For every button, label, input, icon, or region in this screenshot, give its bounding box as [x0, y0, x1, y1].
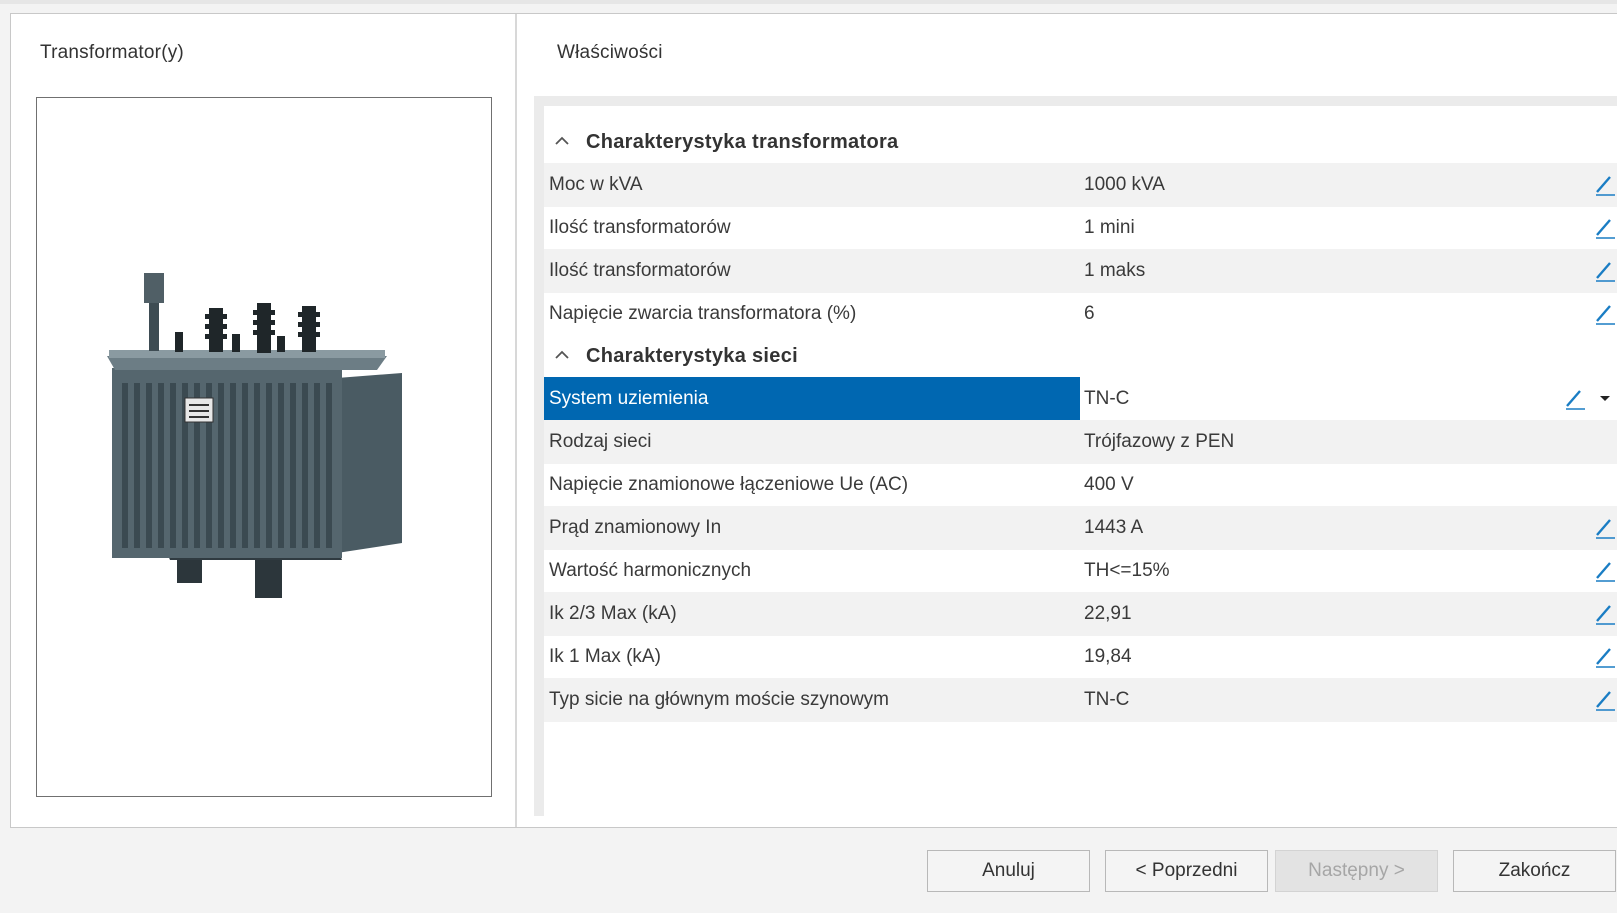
- property-name: Ik 2/3 Max (kA): [549, 603, 677, 624]
- property-row-ik23-max[interactable]: Ik 2/3 Max (kA) 22,91: [544, 592, 1617, 636]
- property-row-transformer-count-max[interactable]: Ilość transformatorów 1 maks: [544, 249, 1617, 293]
- property-row-short-circuit-voltage[interactable]: Napięcie zwarcia transformatora (%) 6: [544, 292, 1617, 336]
- property-row-earthing-system[interactable]: System uziemienia TN-C: [544, 377, 1617, 421]
- property-value: 1 mini: [1084, 217, 1135, 238]
- pencil-icon[interactable]: [1593, 173, 1617, 197]
- pencil-icon[interactable]: [1593, 645, 1617, 669]
- finish-button[interactable]: Zakończ: [1453, 850, 1616, 892]
- property-name: Prąd znamionowy In: [549, 517, 722, 538]
- property-value: 1000 kVA: [1084, 174, 1165, 195]
- property-row-ik1-max[interactable]: Ik 1 Max (kA) 19,84: [544, 635, 1617, 679]
- property-name: Napięcie zwarcia transformatora (%): [549, 303, 857, 324]
- property-name: Napięcie znamionowe łączeniowe Ue (AC): [549, 474, 909, 495]
- property-name: Ik 1 Max (kA): [549, 646, 661, 667]
- pencil-icon[interactable]: [1593, 559, 1617, 583]
- property-value: 19,84: [1084, 646, 1132, 667]
- next-button[interactable]: Następny >: [1275, 850, 1438, 892]
- section-title: Charakterystyka transformatora: [586, 131, 899, 153]
- property-name: Typ sicie na głównym moście szynowym: [549, 689, 889, 710]
- pencil-icon[interactable]: [1593, 688, 1617, 712]
- property-value: 1443 A: [1084, 517, 1144, 538]
- property-value: 22,91: [1084, 603, 1132, 624]
- section-title: Charakterystyka sieci: [586, 345, 798, 367]
- chevron-up-icon[interactable]: [552, 131, 572, 151]
- property-name: Ilość transformatorów: [549, 260, 731, 281]
- chevron-up-icon[interactable]: [552, 345, 572, 365]
- pencil-icon[interactable]: [1593, 259, 1617, 283]
- property-value: 400 V: [1084, 474, 1134, 495]
- pencil-icon[interactable]: [1593, 602, 1617, 626]
- caret-down-icon[interactable]: [1596, 389, 1614, 407]
- property-row-transformer-count-min[interactable]: Ilość transformatorów 1 mini: [544, 206, 1617, 250]
- previous-button[interactable]: < Poprzedni: [1105, 850, 1268, 892]
- pencil-icon[interactable]: [1563, 387, 1587, 411]
- top-border: [0, 0, 1617, 4]
- property-row-rated-voltage[interactable]: Napięcie znamionowe łączeniowe Ue (AC) 4…: [544, 463, 1617, 507]
- section-transformer-characteristics[interactable]: Charakterystyka transformatora: [544, 120, 1617, 164]
- property-value: TH<=15%: [1084, 560, 1170, 581]
- properties-pane-title: Właściwości: [557, 42, 663, 63]
- property-name: Moc w kVA: [549, 174, 643, 195]
- section-network-characteristics[interactable]: Charakterystyka sieci: [544, 334, 1617, 378]
- transformer-image-frame: [36, 97, 492, 797]
- property-value: 1 maks: [1084, 260, 1146, 281]
- cancel-button[interactable]: Anuluj: [927, 850, 1090, 892]
- transformer-image: [107, 273, 402, 598]
- wizard-content-frame: Transformator(y) Właściwości Charakterys…: [10, 13, 1617, 828]
- property-row-power[interactable]: Moc w kVA 1000 kVA: [544, 163, 1617, 207]
- properties-pane: Właściwości Charakterystyka transformato…: [517, 14, 1617, 827]
- pencil-icon[interactable]: [1593, 302, 1617, 326]
- property-value: TN-C: [1084, 689, 1130, 710]
- pencil-icon[interactable]: [1593, 516, 1617, 540]
- property-value: 6: [1084, 303, 1095, 324]
- property-name: System uziemienia: [549, 388, 709, 409]
- property-row-network-type[interactable]: Rodzaj sieci Trójfazowy z PEN: [544, 420, 1617, 464]
- property-row-busbar-network-type[interactable]: Typ sicie na głównym moście szynowym TN-…: [544, 678, 1617, 722]
- property-grid: Charakterystyka transformatora Moc w kVA…: [544, 106, 1617, 816]
- property-name: Wartość harmonicznych: [549, 560, 752, 581]
- property-value: Trójfazowy z PEN: [1084, 431, 1235, 452]
- property-value: TN-C: [1084, 388, 1130, 409]
- transformer-pane-title: Transformator(y): [40, 42, 184, 63]
- property-name: Ilość transformatorów: [549, 217, 731, 238]
- property-row-rated-current[interactable]: Prąd znamionowy In 1443 A: [544, 506, 1617, 550]
- property-name: Rodzaj sieci: [549, 431, 652, 452]
- property-grid-container: Charakterystyka transformatora Moc w kVA…: [534, 96, 1617, 816]
- property-row-harmonics[interactable]: Wartość harmonicznych TH<=15%: [544, 549, 1617, 593]
- pencil-icon[interactable]: [1593, 216, 1617, 240]
- transformer-pane: Transformator(y): [11, 14, 517, 827]
